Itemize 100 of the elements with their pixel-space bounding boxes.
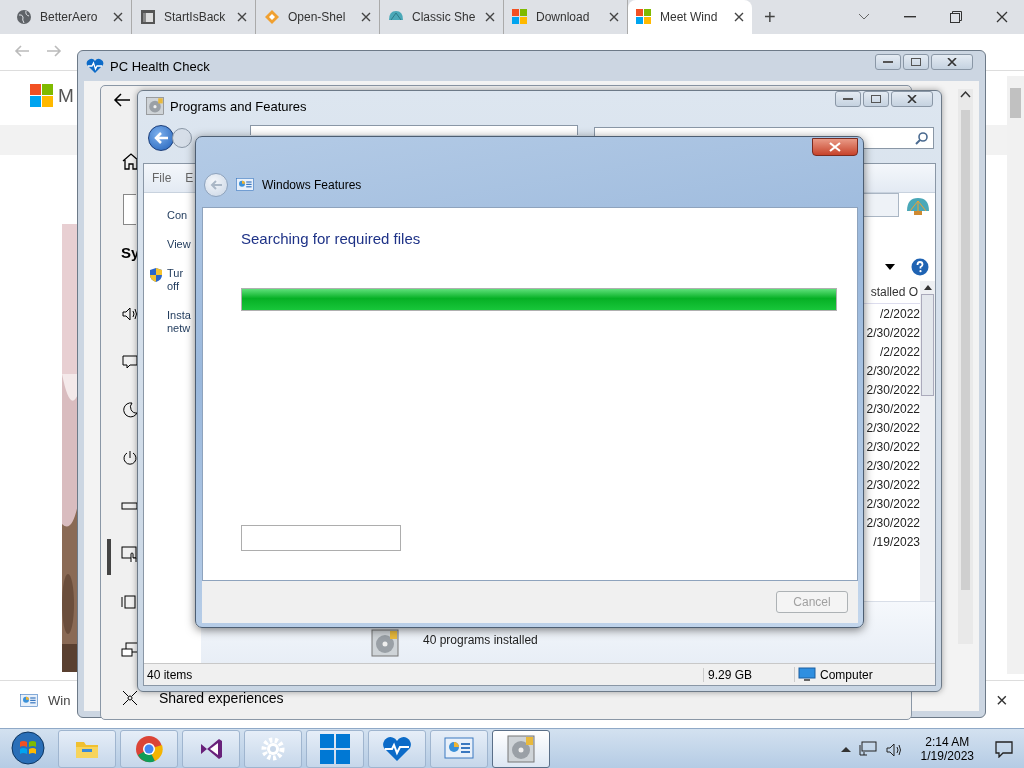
status-text: Computer	[820, 667, 873, 682]
restore-icon[interactable]	[950, 11, 962, 23]
tab-title: StartIsBack	[164, 10, 227, 24]
table-cell-text: 2/30/2022	[865, 324, 920, 342]
input-field[interactable]	[241, 525, 401, 551]
dropdown-button[interactable]	[885, 264, 895, 270]
status-text: 9.29 GB	[703, 667, 794, 682]
control-panel-icon	[444, 736, 474, 762]
tab-title: Download	[536, 10, 591, 24]
caret-icon	[885, 264, 895, 270]
selection-bar	[107, 539, 111, 575]
menu-item[interactable]: E	[185, 171, 194, 185]
task-link[interactable]: Insta netw	[167, 309, 191, 335]
table-cell-text: 2/30/2022	[865, 514, 920, 532]
minimize-button[interactable]	[875, 54, 901, 70]
chevron-icon[interactable]	[858, 13, 870, 21]
close-icon[interactable]	[237, 12, 247, 22]
show-hidden-icon[interactable]	[840, 746, 851, 752]
minimize-icon[interactable]	[904, 16, 916, 18]
taskbar-button[interactable]	[492, 730, 550, 768]
scrollbar[interactable]	[1007, 76, 1024, 674]
touch-screen-icon[interactable]	[121, 545, 139, 563]
power-icon[interactable]	[121, 449, 139, 467]
scrollbar[interactable]	[958, 89, 973, 644]
table-cell-text: 2/30/2022	[865, 476, 920, 494]
minimize-button[interactable]	[835, 91, 861, 107]
search-icon	[915, 131, 929, 145]
tab-title: Classic She	[412, 10, 477, 24]
network-icon[interactable]	[858, 741, 877, 757]
minimize-icon	[843, 97, 853, 101]
close-button[interactable]	[931, 54, 973, 70]
close-icon[interactable]	[996, 11, 1008, 23]
close-icon	[829, 142, 841, 152]
taskbar-button[interactable]	[120, 730, 178, 768]
table-cell-text: 2/30/2022	[865, 438, 920, 456]
notification-icon[interactable]	[994, 740, 1014, 758]
table-cell-text: /2/2022	[878, 343, 920, 361]
browser-tab[interactable]: Meet Wind	[628, 0, 752, 34]
close-icon[interactable]	[485, 12, 495, 22]
new-tab-button[interactable]: +	[752, 0, 788, 34]
table-cell-text: 2/30/2022	[865, 419, 920, 437]
taskbar-button[interactable]	[306, 730, 364, 768]
back-arrow-icon	[209, 179, 223, 191]
share-nodes-icon[interactable]	[121, 689, 139, 707]
close-icon	[947, 58, 957, 66]
minimize-icon	[883, 60, 893, 64]
menu-item[interactable]: File	[152, 171, 172, 185]
maximize-button[interactable]	[863, 91, 889, 107]
close-icon[interactable]	[113, 12, 123, 22]
monitor-icon	[798, 667, 816, 682]
heart-pulse-icon	[381, 735, 413, 763]
start-button[interactable]	[10, 731, 46, 767]
windows-logo-icon	[636, 9, 652, 25]
speaker-icon[interactable]	[121, 305, 139, 323]
programs-icon	[146, 97, 164, 115]
close-icon[interactable]	[734, 12, 744, 22]
scroll-up-icon[interactable]	[923, 285, 932, 290]
back-arrow-icon	[153, 131, 169, 145]
projector-icon[interactable]	[121, 641, 139, 659]
clock-date[interactable]: 1/19/2023	[920, 749, 974, 763]
address-field[interactable]	[250, 125, 578, 135]
tab-title: BetterAero	[40, 10, 99, 24]
installer-icon	[20, 692, 38, 709]
window-icon	[140, 9, 156, 25]
scrollbar[interactable]	[920, 281, 935, 601]
task-link[interactable]: View	[167, 238, 191, 251]
chrome-icon	[135, 735, 163, 763]
taskbar-button[interactable]	[182, 730, 240, 768]
close-icon	[907, 95, 917, 103]
settings-icon	[260, 736, 286, 762]
back-arrow-icon	[113, 92, 131, 108]
close-button[interactable]	[891, 91, 933, 107]
speaker-icon[interactable]	[884, 741, 901, 757]
close-icon[interactable]	[361, 12, 371, 22]
message-icon[interactable]	[121, 353, 139, 371]
taskbar-button[interactable]	[430, 730, 488, 768]
window-title: PC Health Check	[110, 58, 210, 74]
settings-item[interactable]: Shared experiences	[159, 690, 284, 706]
windows-logo-icon	[512, 9, 528, 25]
close-icon[interactable]	[609, 12, 619, 22]
search-field[interactable]	[123, 194, 136, 225]
notice-text: Win	[48, 693, 71, 708]
status-text: 40 items	[146, 667, 194, 682]
programs-icon	[371, 629, 399, 657]
close-button[interactable]	[812, 138, 858, 156]
task-link[interactable]: Tur off	[167, 267, 184, 293]
back-button[interactable]	[148, 125, 174, 151]
summary-text: 40 programs installed	[423, 633, 538, 647]
task-link[interactable]: Con	[167, 209, 188, 222]
windows-logo-icon	[319, 733, 351, 765]
maximize-button[interactable]	[903, 54, 929, 70]
moon-icon[interactable]	[121, 401, 139, 419]
clock-time[interactable]: 2:14 AM	[925, 735, 970, 749]
close-button[interactable]: ×	[996, 689, 1008, 712]
taskbar-button[interactable]	[368, 730, 426, 768]
help-button[interactable]	[911, 258, 929, 276]
programs-icon	[507, 735, 535, 763]
maximize-icon	[871, 95, 881, 103]
shield-icon	[149, 267, 163, 283]
table-cell-text: 2/30/2022	[865, 381, 920, 399]
